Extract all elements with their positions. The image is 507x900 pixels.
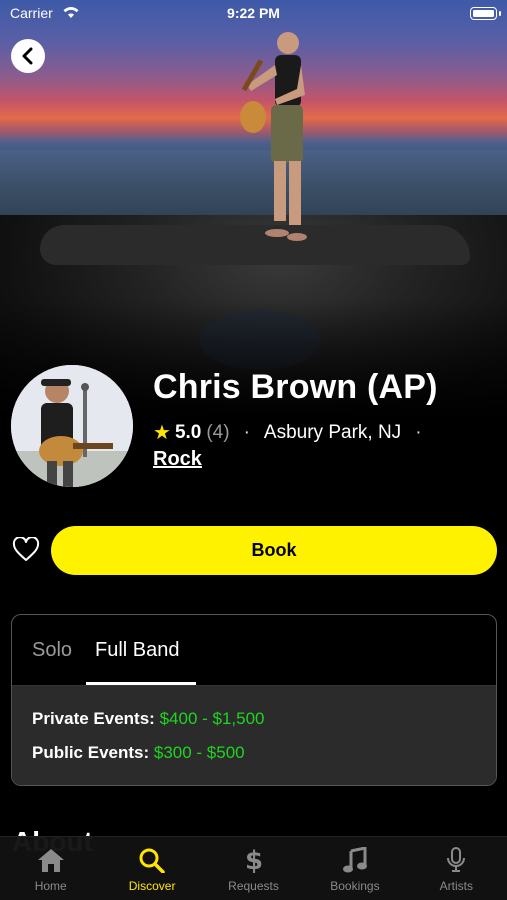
meta-separator: · [415,421,422,443]
pricing-card: Solo Full Band Private Events: $400 - $1… [11,614,497,786]
private-events-label: Private Events: [32,709,155,728]
tab-home-label: Home [34,879,67,893]
meta-separator: · [243,421,250,443]
public-events-label: Public Events: [32,743,150,762]
tab-discover[interactable]: Discover [101,837,202,900]
avatar-photo [11,365,133,487]
hero-photo [0,0,507,420]
tab-artists[interactable]: Artists [406,837,507,900]
chevron-left-icon [22,47,33,65]
search-icon [139,848,165,873]
clock: 9:22 PM [227,5,280,21]
private-events-price: $400 - $1,500 [159,709,265,728]
price-list: Private Events: $400 - $1,500 Public Eve… [12,686,496,785]
dollar-icon: $ [244,847,262,873]
artist-meta: ★ 5.0 (4) · Asbury Park, NJ · [153,420,436,445]
home-icon [37,849,64,872]
rating-value: 5.0 [174,421,202,443]
pricing-tabs: Solo Full Band [12,615,496,686]
tab-discover-label: Discover [128,879,176,893]
battery-nub [499,11,501,16]
public-events-row: Public Events: $300 - $500 [32,743,496,763]
tab-requests[interactable]: $ Requests [203,837,304,900]
star-icon: ★ [153,422,171,444]
tab-artists-label: Artists [439,879,473,893]
tab-home[interactable]: Home [0,837,101,900]
rating-count: (4) [206,421,230,443]
svg-text:$: $ [244,847,262,873]
tab-bookings-label: Bookings [330,879,380,893]
private-events-row: Private Events: $400 - $1,500 [32,709,496,729]
tab-solo[interactable]: Solo [32,639,72,662]
tab-full-band[interactable]: Full Band [95,639,180,662]
microphone-icon [447,847,466,872]
music-note-icon [342,847,367,873]
back-button[interactable] [11,39,45,73]
status-bar: Carrier 9:22 PM [0,0,507,28]
public-events-price: $300 - $500 [153,743,245,762]
book-button[interactable]: Book [51,526,497,575]
battery-icon [470,7,497,20]
bottom-tab-bar: Home Discover $ Requests Bookings Artist… [0,836,507,900]
genre-link[interactable]: Rock [153,448,202,471]
tab-selected-indicator [86,682,196,685]
artist-location: Asbury Park, NJ [263,421,402,443]
hero-guitarist [240,32,307,241]
tab-bookings[interactable]: Bookings [304,837,405,900]
artist-name: Chris Brown (AP) [153,368,438,406]
tab-requests-label: Requests [228,879,279,893]
heart-icon[interactable] [12,537,40,563]
artist-avatar [11,365,133,487]
